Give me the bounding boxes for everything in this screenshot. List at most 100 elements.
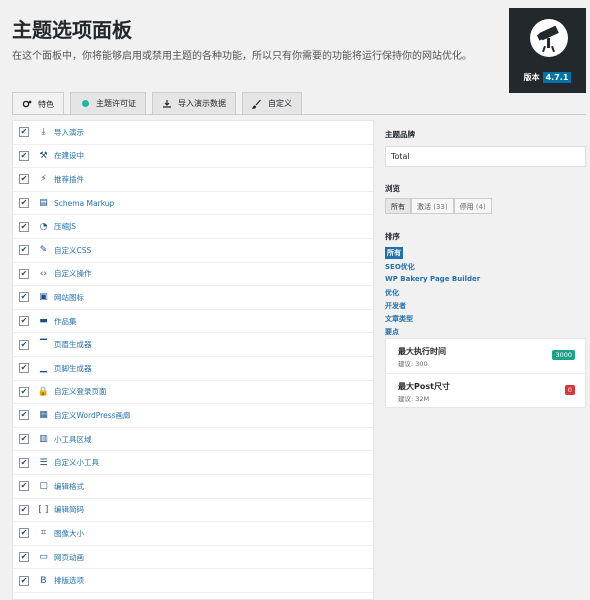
feature-checkbox[interactable]: ✔: [19, 363, 29, 374]
paintbrush-icon: ✎: [39, 245, 48, 256]
widget-area-icon: ▥: [39, 434, 48, 445]
feature-label[interactable]: 自定义WordPress画廊: [54, 410, 131, 421]
feature-label[interactable]: 自定义CSS: [54, 245, 91, 256]
feature-row: ✔ ▭ 网页动画: [13, 546, 373, 570]
feature-checkbox[interactable]: ✔: [19, 552, 29, 563]
feature-label[interactable]: 自定义小工具: [54, 457, 99, 468]
feature-label[interactable]: 排版选项: [54, 575, 84, 586]
license-dot-icon: [80, 99, 90, 109]
requirement-name: 最大Post尺寸: [398, 382, 450, 391]
image-icon: ▣: [39, 292, 48, 303]
feature-checkbox[interactable]: ✔: [19, 127, 29, 138]
telescope-logo-icon: [530, 19, 568, 57]
feature-row: ✔ B 排版选项: [13, 569, 373, 593]
filter-all-button[interactable]: 所有: [385, 198, 411, 214]
feature-checkbox[interactable]: ✔: [19, 268, 29, 279]
feature-checkbox[interactable]: ✔: [19, 339, 29, 350]
requirement-row: 最大Post尺寸 建议: 32M 0: [386, 373, 585, 406]
sort-item-post-types[interactable]: 文章类型: [385, 314, 413, 324]
feature-checkbox[interactable]: ✔: [19, 221, 29, 232]
feature-row: ✔ ‹› 自定义操作: [13, 263, 373, 287]
feature-label[interactable]: 推荐插件: [54, 174, 84, 185]
feature-checkbox[interactable]: ✔: [19, 457, 29, 468]
tab-import-demo[interactable]: 导入演示数据: [152, 92, 236, 114]
footer-icon: ▁: [40, 363, 47, 374]
code-icon: ‹›: [39, 268, 48, 279]
feature-checkbox[interactable]: ✔: [19, 150, 29, 161]
feature-label[interactable]: 编辑简码: [54, 504, 84, 515]
feature-checkbox[interactable]: ✔: [19, 198, 29, 209]
feature-row: ✔ ▁ 页脚生成器: [13, 357, 373, 381]
animation-icon: ▭: [39, 552, 48, 563]
shortcode-icon: [ ]: [38, 504, 49, 515]
feature-checkbox[interactable]: ✔: [19, 434, 29, 445]
requirement-value-badge: 3000: [552, 350, 575, 360]
page-title: 主题选项面板: [12, 18, 132, 42]
feature-row: ✔ ⤓ 导入演示: [13, 121, 373, 145]
feature-row: ✔ [ ] 编辑简码: [13, 499, 373, 523]
feature-checkbox[interactable]: ✔: [19, 410, 29, 421]
feature-label[interactable]: 在建设中: [54, 150, 84, 161]
widgets-icon: ☰: [39, 457, 48, 468]
requirement-name: 最大执行时间: [398, 347, 446, 356]
feature-label[interactable]: 自定义操作: [54, 268, 92, 279]
sort-heading: 排序: [385, 232, 400, 241]
requirement-recommended: 建议: 300: [398, 360, 428, 368]
feature-checkbox[interactable]: ✔: [19, 245, 29, 256]
feature-checkbox[interactable]: ✔: [19, 174, 29, 185]
browse-heading: 浏览: [385, 184, 400, 193]
feature-checkbox[interactable]: ✔: [19, 504, 29, 515]
feature-label[interactable]: 作品集: [54, 316, 77, 327]
tab-label: 导入演示数据: [178, 99, 226, 108]
feature-label[interactable]: 页眉生成器: [54, 339, 92, 350]
page-description: 在这个面板中，你将能够启用或禁用主题的各种功能，所以只有你需要的功能将运行保持你…: [12, 51, 472, 62]
tab-features[interactable]: 特色: [12, 92, 64, 115]
sort-item-wpbakery[interactable]: WP Bakery Page Builder: [385, 275, 480, 283]
feature-row: ✔ ✎ 自定义CSS: [13, 239, 373, 263]
sort-item-essentials[interactable]: 要点: [385, 327, 399, 337]
feature-row: ✔ ▬ 作品集: [13, 310, 373, 334]
feature-row: ✔ ⚒ 在建设中: [13, 145, 373, 169]
feature-row: ✔ ▢ 编辑格式: [13, 475, 373, 499]
feature-label[interactable]: 网页动画: [54, 552, 84, 563]
feature-label[interactable]: 页脚生成器: [54, 363, 92, 374]
feature-checkbox[interactable]: ✔: [19, 481, 29, 492]
schema-icon: ▤: [39, 198, 48, 209]
feature-label[interactable]: Schema Markup: [54, 199, 114, 208]
feature-checkbox[interactable]: ✔: [19, 386, 29, 397]
sort-item-seo[interactable]: SEO优化: [385, 262, 415, 272]
dashboard-icon: ◔: [39, 221, 48, 232]
feature-label[interactable]: 图像大小: [54, 528, 84, 539]
theme-version-badge: 版本 4.7.1: [509, 8, 586, 93]
feature-label[interactable]: 网站图标: [54, 292, 84, 303]
feature-row: ✔ ▔ 页眉生成器: [13, 333, 373, 357]
header-icon: ▔: [40, 339, 47, 350]
filter-active-button[interactable]: 激活 (33): [411, 198, 454, 214]
feature-checkbox[interactable]: ✔: [19, 292, 29, 303]
sort-item-all[interactable]: 所有: [385, 247, 403, 259]
requirement-recommended: 建议: 32M: [398, 395, 430, 403]
feature-checkbox[interactable]: ✔: [19, 316, 29, 327]
lock-icon: 🔒: [37, 386, 50, 397]
feature-checkbox[interactable]: ✔: [19, 528, 29, 539]
theme-brand-input[interactable]: Total: [385, 146, 586, 167]
feature-checkbox[interactable]: ✔: [19, 575, 29, 586]
tab-license[interactable]: 主题许可证: [70, 92, 146, 114]
version-number: 4.7.1: [542, 72, 572, 83]
server-requirements-box: 最大执行时间 建议: 300 3000 最大Post尺寸 建议: 32M 0: [385, 338, 586, 408]
feature-label[interactable]: 编辑格式: [54, 481, 84, 492]
gears-icon: [22, 99, 32, 109]
feature-label[interactable]: 压缩JS: [54, 221, 76, 232]
tab-customize[interactable]: 自定义: [242, 92, 302, 114]
feature-label[interactable]: 导入演示: [54, 127, 84, 138]
feature-label[interactable]: 自定义登录页面: [54, 386, 107, 397]
features-list: ✔ ⤓ 导入演示 ✔ ⚒ 在建设中 ✔ ⚡ 推荐插件 ✔ ▤ Schema Markup ✔ ◔ 压缩JS ✔…: [12, 120, 374, 600]
feature-row: ✔ ▣ 网站图标: [13, 286, 373, 310]
sort-item-developer[interactable]: 开发者: [385, 301, 406, 311]
filter-inactive-button[interactable]: 停用 (4): [453, 198, 492, 214]
tab-label: 主题许可证: [96, 99, 136, 108]
feature-label[interactable]: 小工具区域: [54, 434, 92, 445]
sort-item-optimize[interactable]: 优化: [385, 288, 399, 298]
feature-row: ✔ ⚡ 推荐插件: [13, 168, 373, 192]
plugin-icon: ⚡: [40, 174, 47, 185]
